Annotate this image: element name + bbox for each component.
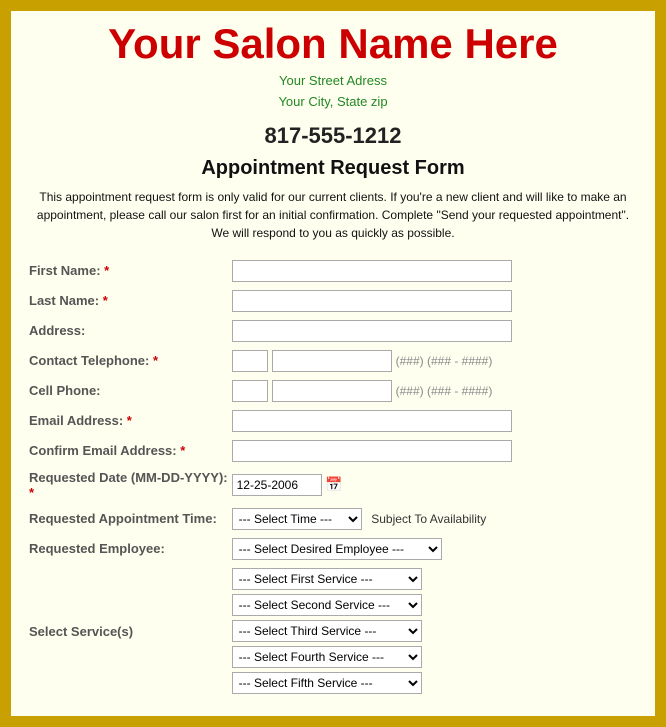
email-row: Email Address: * [27,406,639,436]
page-wrapper: Your Salon Name Here Your Street Adress … [8,8,658,719]
requested-time-row: Requested Appointment Time: --- Select T… [27,504,639,534]
address-input[interactable] [232,320,512,342]
services-column: --- Select First Service --- --- Select … [232,568,637,696]
cell-phone-label: Cell Phone: [27,376,230,406]
cell-phone-row: Cell Phone: (###) (### - ####) [27,376,639,406]
contact-telephone-group: (###) (### - ####) [232,350,637,372]
requested-employee-label: Requested Employee: [27,534,230,564]
requested-date-label: Requested Date (MM-DD-YYYY): * [27,466,230,504]
last-name-row: Last Name: * [27,286,639,316]
requested-employee-row: Requested Employee: --- Select Desired E… [27,534,639,564]
cell-phone-hint: (###) (### - ####) [396,384,493,398]
requested-date-row: Requested Date (MM-DD-YYYY): * 📅 [27,466,639,504]
cell-number-input[interactable] [272,380,392,402]
service5-select[interactable]: --- Select Fifth Service --- [232,672,422,694]
contact-number-input[interactable] [272,350,392,372]
availability-note: Subject To Availability [371,512,486,526]
cell-area-code-input[interactable] [232,380,268,402]
requested-date-input[interactable] [232,474,322,496]
cell-phone-group: (###) (### - ####) [232,380,637,402]
first-name-row: First Name: * [27,256,639,286]
first-name-input[interactable] [232,260,512,282]
contact-telephone-label: Contact Telephone: * [27,346,230,376]
salon-address: Your Street Adress Your City, State zip [27,71,639,113]
confirm-email-input[interactable] [232,440,512,462]
address-line1: Your Street Adress [27,71,639,92]
service1-select[interactable]: --- Select First Service --- [232,568,422,590]
requested-time-label: Requested Appointment Time: [27,504,230,534]
confirm-email-row: Confirm Email Address: * [27,436,639,466]
calendar-icon[interactable]: 📅 [325,476,342,492]
address-line2: Your City, State zip [27,92,639,113]
last-name-label: Last Name: * [27,286,230,316]
address-label: Address: [27,316,230,346]
last-name-input[interactable] [232,290,512,312]
service2-select[interactable]: --- Select Second Service --- [232,594,422,616]
first-name-label: First Name: * [27,256,230,286]
form-title: Appointment Request Form [27,157,639,180]
form-description: This appointment request form is only va… [27,188,639,242]
confirm-email-label: Confirm Email Address: * [27,436,230,466]
select-services-row: Select Service(s) --- Select First Servi… [27,564,639,700]
salon-phone: 817-555-1212 [27,123,639,149]
service4-select[interactable]: --- Select Fourth Service --- [232,646,422,668]
appointment-form: First Name: * Last Name: * Addres [27,256,639,700]
time-select[interactable]: --- Select Time --- [232,508,362,530]
service3-select[interactable]: --- Select Third Service --- [232,620,422,642]
address-row: Address: [27,316,639,346]
select-services-label: Select Service(s) [27,564,230,700]
employee-select[interactable]: --- Select Desired Employee --- [232,538,442,560]
contact-area-code-input[interactable] [232,350,268,372]
salon-name: Your Salon Name Here [27,21,639,67]
email-label: Email Address: * [27,406,230,436]
contact-telephone-row: Contact Telephone: * (###) (### - ####) [27,346,639,376]
email-input[interactable] [232,410,512,432]
contact-phone-hint: (###) (### - ####) [396,354,493,368]
